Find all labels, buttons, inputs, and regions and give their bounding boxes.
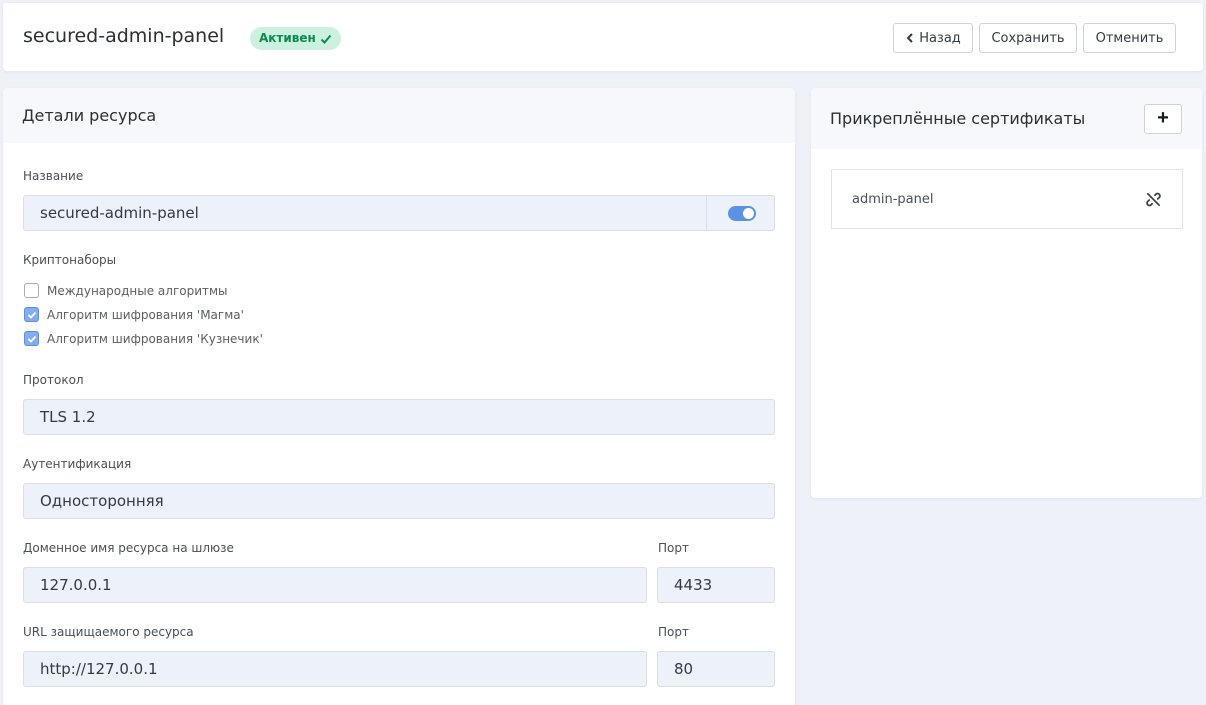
name-label: Название bbox=[23, 169, 84, 183]
crypto-option-magma[interactable]: Алгоритм шифрования 'Магма' bbox=[24, 307, 244, 322]
url-port-value: 80 bbox=[674, 660, 694, 678]
save-button[interactable]: Сохранить bbox=[979, 23, 1077, 53]
certificates-header: Прикреплённые сертификаты + bbox=[811, 88, 1202, 149]
enabled-toggle[interactable] bbox=[727, 205, 756, 221]
crypto-option-label: Алгоритм шифрования 'Кузнечик' bbox=[47, 331, 263, 346]
certificates-title: Прикреплённые сертификаты bbox=[830, 109, 1086, 128]
back-button-label: Назад bbox=[919, 30, 961, 46]
gateway-port-label: Порт bbox=[658, 541, 689, 555]
crypto-option-label: Международные алгоритмы bbox=[47, 283, 228, 298]
gateway-port-value: 4433 bbox=[674, 576, 713, 594]
certificate-item: admin-panel bbox=[831, 169, 1183, 229]
url-field[interactable]: http://127.0.0.1 bbox=[23, 651, 647, 687]
url-value: http://127.0.0.1 bbox=[40, 660, 158, 678]
url-port-label: Порт bbox=[658, 625, 689, 639]
check-icon bbox=[27, 311, 36, 319]
name-value: secured-admin-panel bbox=[40, 204, 199, 222]
certificates-panel: Прикреплённые сертификаты + admin-panel bbox=[811, 88, 1202, 498]
name-field[interactable]: secured-admin-panel bbox=[23, 195, 775, 231]
page-header: secured-admin-panel Активен Назад Сохран… bbox=[3, 3, 1203, 71]
auth-label: Аутентификация bbox=[23, 457, 132, 471]
protocol-field[interactable]: TLS 1.2 bbox=[23, 399, 775, 435]
checkbox[interactable] bbox=[24, 331, 39, 346]
page-title: secured-admin-panel bbox=[23, 25, 225, 47]
gateway-label: Доменное имя ресурса на шлюзе bbox=[23, 541, 234, 555]
name-toggle-wrap bbox=[706, 196, 776, 230]
protocol-value: TLS 1.2 bbox=[40, 408, 96, 426]
checkbox[interactable] bbox=[24, 283, 39, 298]
cancel-button[interactable]: Отменить bbox=[1083, 23, 1176, 53]
unlink-icon[interactable] bbox=[1145, 191, 1162, 208]
check-icon bbox=[27, 335, 36, 343]
auth-field[interactable]: Односторонняя bbox=[23, 483, 775, 519]
gateway-value: 127.0.0.1 bbox=[40, 576, 112, 594]
resource-details-panel: Детали ресурса Название secured-admin-pa… bbox=[3, 88, 795, 705]
chevron-left-icon bbox=[906, 33, 913, 43]
gateway-field[interactable]: 127.0.0.1 bbox=[23, 567, 647, 603]
status-badge: Активен bbox=[250, 27, 341, 50]
certificate-name: admin-panel bbox=[852, 191, 934, 207]
url-label: URL защищаемого ресурса bbox=[23, 625, 194, 639]
crypto-option-international[interactable]: Международные алгоритмы bbox=[24, 283, 228, 298]
url-port-field[interactable]: 80 bbox=[657, 651, 775, 687]
gateway-port-field[interactable]: 4433 bbox=[657, 567, 775, 603]
crypto-option-kuznechik[interactable]: Алгоритм шифрования 'Кузнечик' bbox=[24, 331, 263, 346]
auth-value: Односторонняя bbox=[40, 492, 164, 510]
add-certificate-button[interactable]: + bbox=[1144, 103, 1182, 134]
check-icon bbox=[320, 34, 332, 44]
protocol-label: Протокол bbox=[23, 373, 84, 387]
crypto-option-label: Алгоритм шифрования 'Магма' bbox=[47, 307, 244, 322]
resource-details-title: Детали ресурса bbox=[3, 88, 795, 143]
crypto-label: Криптонаборы bbox=[23, 253, 117, 267]
status-badge-label: Активен bbox=[259, 31, 316, 45]
checkbox[interactable] bbox=[24, 307, 39, 322]
back-button[interactable]: Назад bbox=[893, 23, 973, 53]
